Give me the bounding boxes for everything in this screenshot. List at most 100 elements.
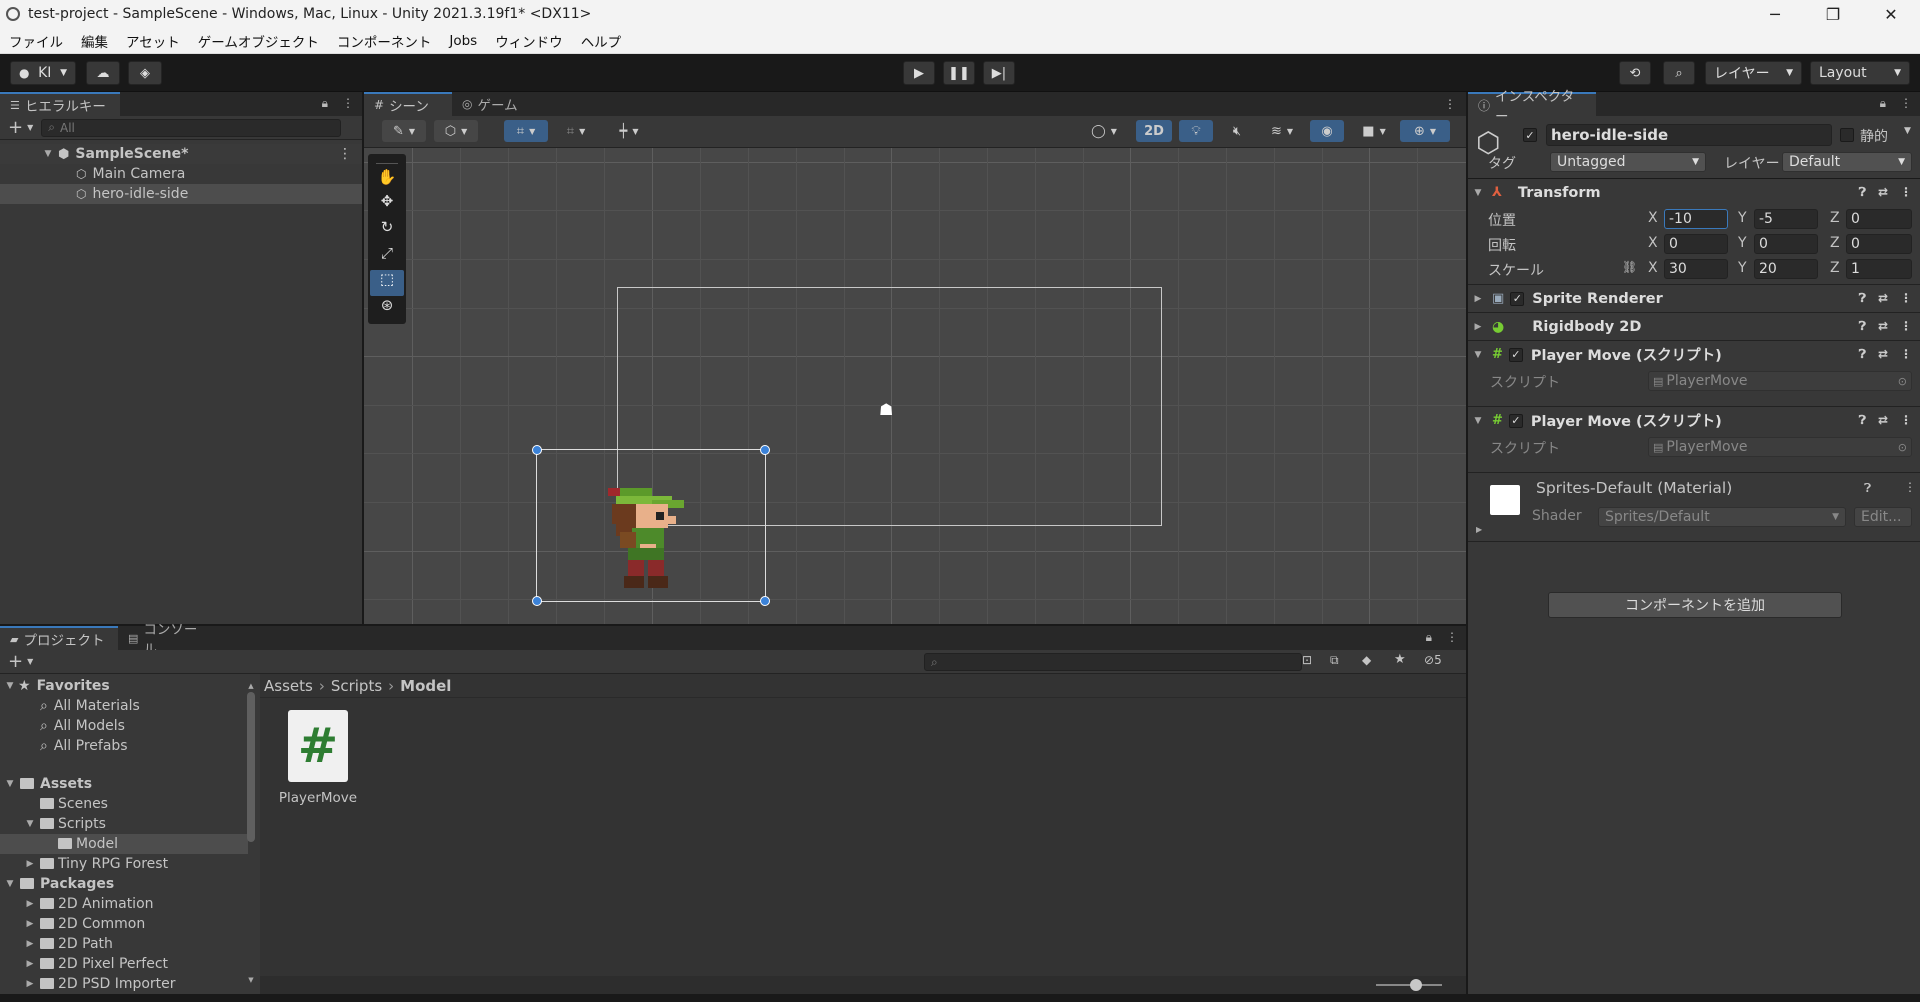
visibility-toggle[interactable]: ◉ [1310,120,1344,142]
asset-tile[interactable]: # PlayerMove [270,710,366,806]
label-tag-icon[interactable]: ◆ [1362,653,1371,667]
tab-project[interactable]: ▰ プロジェクト [0,626,118,650]
object-name-field[interactable]: hero-idle-side [1546,124,1832,146]
scale-tool-icon[interactable]: ⤢ [370,244,404,270]
position-x-field[interactable]: -10 [1664,209,1728,229]
preset-icon[interactable]: ⇄ [1878,347,1888,362]
package-item[interactable]: ▶ 2D Common [0,914,248,934]
component-enabled-checkbox[interactable]: ✓ [1508,347,1523,362]
kebab-menu-icon[interactable]: ⋮ [1900,96,1912,111]
rotation-z-field[interactable]: 0 [1846,234,1912,254]
resize-handle[interactable] [532,596,542,606]
resize-handle[interactable] [760,445,770,455]
tab-inspector[interactable]: ⓘ インスペクター [1468,89,1596,125]
help-icon[interactable]: ❓︎ [1859,291,1866,306]
hidden-packages-button[interactable]: ⊘5 [1424,653,1442,667]
chevron-down-icon[interactable]: ▼ [1904,126,1911,136]
preset-icon[interactable]: ⇄ [1878,413,1888,428]
resize-handle[interactable] [760,596,770,606]
gizmos-button[interactable]: ⊕ ▼ [1400,120,1450,142]
preset-icon[interactable]: ⇄ [1878,319,1888,334]
rigidbody2d-header[interactable]: ▶ ◕ Rigidbody 2D ❓︎ ⇄ ⋮ [1468,312,1920,340]
zoom-slider-thumb[interactable] [1410,979,1422,991]
ruler-button[interactable]: ┿ ▼ [604,120,654,142]
tree-scrollbar[interactable]: ▲ ▼ [246,682,256,984]
expand-triangle-icon[interactable]: ▶ [24,919,36,929]
folder-item[interactable]: Scenes [0,794,248,814]
tab-game[interactable]: ◎ ゲーム [452,92,532,116]
step-button[interactable]: ▶| [983,61,1015,85]
scale-y-field[interactable]: 20 [1754,259,1818,279]
rotation-y-field[interactable]: 0 [1754,234,1818,254]
expand-triangle-icon[interactable]: ▼ [1472,188,1484,198]
player-move-header[interactable]: ▼ # ✓ Player Move (スクリプト) ❓︎ ⇄ ⋮ [1468,406,1920,434]
hierarchy-search-input[interactable]: ⌕ All [41,118,342,137]
layer-dropdown[interactable]: Default ▼ [1782,152,1912,172]
tab-hierarchy[interactable]: ☰ ヒエラルキー [0,92,120,116]
rotation-x-field[interactable]: 0 [1664,234,1728,254]
link-scale-icon[interactable]: ⛓ [1622,260,1637,274]
shader-dropdown[interactable]: Sprites/Default ▼ [1598,507,1846,527]
project-search-input[interactable]: ⌕ [924,653,1302,671]
hero-sprite[interactable] [604,484,704,596]
help-icon[interactable]: ❓︎ [1864,481,1871,496]
transform-header[interactable]: ▼ ⅄ Transform ❓︎ ⇄ ⋮ [1468,178,1920,206]
preset-icon[interactable]: ⇄ [1878,291,1888,306]
scene-row[interactable]: ▼ ⬢ SampleScene* ⋮ [0,144,362,164]
folder-item[interactable]: ▼ Scripts [0,814,248,834]
active-checkbox[interactable]: ✓ [1523,128,1537,142]
material-preview[interactable] [1490,485,1520,515]
add-button[interactable]: + [0,651,27,672]
transform-tool-icon[interactable]: ⊛ [370,296,404,322]
object-picker-icon[interactable]: ⊙ [1898,375,1911,388]
script-object-field[interactable]: ▤ PlayerMove ⊙ [1648,437,1912,457]
close-button[interactable]: ✕ [1862,5,1920,24]
scroll-down-icon[interactable]: ▼ [246,976,256,984]
chevron-down-icon[interactable]: ▼ [27,657,33,666]
kebab-menu-icon[interactable]: ⋮ [1900,347,1912,362]
breadcrumb-item[interactable]: Assets [264,677,313,695]
star-icon[interactable]: ★ [1394,652,1406,667]
favorite-item[interactable]: ⌕ All Prefabs [0,736,248,756]
expand-triangle-icon[interactable]: ▶ [24,959,36,969]
tab-scene[interactable]: # シーン [364,92,452,116]
package-item[interactable]: ▶ 2D PSD Importer [0,974,248,994]
hierarchy-item-selected[interactable]: ⬡ hero-idle-side [0,184,362,204]
shading-button[interactable]: ◯ ▼ [1082,120,1126,142]
filter-type-icon[interactable]: ⧉ [1330,653,1339,668]
menu-gameobject[interactable]: ゲームオブジェクト [189,31,328,51]
kebab-menu-icon[interactable]: ⋮ [1900,319,1912,334]
breadcrumb-item-current[interactable]: Model [400,677,451,695]
kebab-menu-icon[interactable]: ⋮ [338,146,362,162]
expand-triangle-icon[interactable]: ▼ [4,681,16,691]
menu-file[interactable]: ファイル [0,31,72,51]
search-scope-icon[interactable]: ⊡ [1302,653,1312,667]
expand-triangle-icon[interactable]: ▶ [24,859,36,869]
favorite-item[interactable]: ⌕ All Models [0,716,248,736]
menu-assets[interactable]: アセット [117,31,189,51]
resize-handle[interactable] [532,445,542,455]
assets-row[interactable]: ▼ Assets [0,774,248,794]
lock-icon[interactable]: 🔒︎ [1880,96,1886,111]
expand-triangle-icon[interactable]: ▼ [42,149,54,159]
expand-triangle-icon[interactable]: ▼ [24,819,36,829]
position-y-field[interactable]: -5 [1754,209,1818,229]
move-tool-icon[interactable]: ✥ [370,192,404,218]
search-button[interactable]: ⌕ [1663,61,1695,85]
kebab-menu-icon[interactable]: ⋮ [342,96,354,111]
scene-viewport[interactable]: ☗ ✋ ✥ ↻ ⤢ ⬚ ⊛ [364,148,1466,624]
help-icon[interactable]: ❓︎ [1859,319,1866,334]
packages-row[interactable]: ▼ Packages [0,874,248,894]
add-button[interactable]: + [0,117,27,138]
mode-2d-toggle[interactable]: 2D [1136,120,1172,142]
rotate-tool-icon[interactable]: ↻ [370,218,404,244]
expand-triangle-icon[interactable]: ▶ [24,939,36,949]
kebab-menu-icon[interactable]: ⋮ [1444,97,1466,116]
scale-z-field[interactable]: 1 [1846,259,1912,279]
play-button[interactable]: ▶ [903,61,935,85]
object-picker-icon[interactable]: ⊙ [1898,441,1911,454]
expand-triangle-icon[interactable]: ▶ [1472,294,1484,304]
position-z-field[interactable]: 0 [1846,209,1912,229]
hierarchy-item[interactable]: ⬡ Main Camera [0,164,362,184]
favorite-item[interactable]: ⌕ All Materials [0,696,248,716]
